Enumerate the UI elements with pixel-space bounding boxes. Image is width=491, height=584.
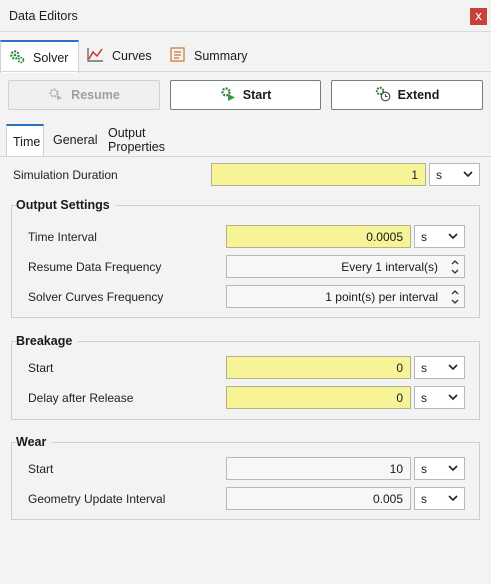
delay-after-release-input[interactable]: 0	[226, 386, 411, 409]
tab-general-label: General	[53, 133, 98, 147]
breakage-start-unit: s	[421, 360, 427, 375]
extend-label: Extend	[397, 88, 440, 102]
breakage-title: Breakage	[16, 334, 79, 348]
chevron-down-icon	[448, 394, 458, 401]
wear-start-unit: s	[421, 461, 427, 476]
tab-curves[interactable]: Curves	[87, 40, 152, 72]
delay-after-release-label: Delay after Release	[28, 391, 134, 405]
tab-output-properties-label: Output Properties	[108, 126, 165, 154]
document-list-icon	[170, 47, 194, 65]
tab-solver[interactable]: Solver	[0, 40, 79, 73]
tab-time[interactable]: Time	[6, 124, 44, 157]
wear-start-label: Start	[28, 462, 54, 476]
delay-after-release-unit-select[interactable]: s	[414, 386, 465, 409]
tab-solver-label: Solver	[33, 50, 69, 65]
tab-summary[interactable]: Summary	[170, 40, 247, 72]
time-interval-value: 0.0005	[366, 229, 403, 244]
geometry-update-interval-unit-select[interactable]: s	[414, 487, 465, 510]
resume-label: Resume	[71, 88, 120, 102]
resume-frequency-value: Every 1 interval(s)	[341, 259, 438, 274]
wear-title: Wear	[16, 435, 53, 449]
simulation-duration-unit: s	[436, 167, 442, 182]
breakage-start-value: 0	[396, 360, 403, 375]
delay-after-release-value: 0	[396, 390, 403, 405]
chevron-down-icon	[448, 233, 458, 240]
close-button[interactable]: x	[470, 8, 487, 25]
simulation-duration-input[interactable]: 1	[211, 163, 426, 186]
chevron-down-icon	[448, 495, 458, 502]
start-button[interactable]: Start	[170, 80, 321, 110]
simulation-duration-label: Simulation Duration	[13, 168, 118, 182]
wear-start-input[interactable]: 10	[226, 457, 411, 480]
curves-frequency-value: 1 point(s) per interval	[325, 289, 438, 304]
breakage-start-label: Start	[28, 361, 54, 375]
window-titlebar: Data Editors x	[0, 0, 491, 32]
tab-general[interactable]: General	[53, 124, 97, 156]
wear-start-value: 10	[389, 461, 403, 476]
resume-frequency-spinner[interactable]: Every 1 interval(s)	[226, 255, 465, 278]
tab-separator	[0, 71, 491, 72]
curves-frequency-spinner[interactable]: 1 point(s) per interval	[226, 285, 465, 308]
resume-button[interactable]: Resume	[8, 80, 160, 110]
close-icon: x	[474, 9, 483, 23]
time-interval-label: Time Interval	[28, 230, 97, 244]
breakage-start-unit-select[interactable]: s	[414, 356, 465, 379]
chevron-down-icon	[448, 465, 458, 472]
start-label: Start	[242, 88, 272, 102]
time-interval-unit-select[interactable]: s	[414, 225, 465, 248]
line-chart-icon	[87, 47, 112, 65]
curves-frequency-label: Solver Curves Frequency	[28, 290, 164, 304]
tab-output-properties[interactable]: Output Properties	[108, 124, 165, 156]
tab-time-label: Time	[13, 134, 41, 149]
start-icon	[220, 86, 243, 105]
extend-button[interactable]: Extend	[331, 80, 483, 110]
gears-icon	[9, 48, 33, 67]
extend-icon	[375, 86, 398, 105]
chevron-down-icon	[448, 364, 458, 371]
chevron-down-icon	[463, 171, 473, 178]
tab-summary-label: Summary	[194, 49, 248, 63]
tab-curves-label: Curves	[112, 49, 152, 63]
time-interval-input[interactable]: 0.0005	[226, 225, 411, 248]
geometry-update-interval-value: 0.005	[372, 491, 403, 506]
breakage-start-input[interactable]: 0	[226, 356, 411, 379]
time-interval-unit: s	[421, 229, 427, 244]
output-settings-title: Output Settings	[16, 198, 116, 212]
window-title: Data Editors	[9, 9, 78, 23]
simulation-duration-value: 1	[411, 167, 418, 182]
geometry-update-interval-unit: s	[421, 491, 427, 506]
spinner-arrows-icon[interactable]	[450, 258, 460, 276]
resume-gears-icon	[48, 87, 71, 104]
geometry-update-interval-label: Geometry Update Interval	[28, 492, 166, 506]
geometry-update-interval-input[interactable]: 0.005	[226, 487, 411, 510]
delay-after-release-unit: s	[421, 390, 427, 405]
simulation-duration-unit-select[interactable]: s	[429, 163, 480, 186]
spinner-arrows-icon[interactable]	[450, 288, 460, 306]
wear-start-unit-select[interactable]: s	[414, 457, 465, 480]
resume-frequency-label: Resume Data Frequency	[28, 260, 162, 274]
